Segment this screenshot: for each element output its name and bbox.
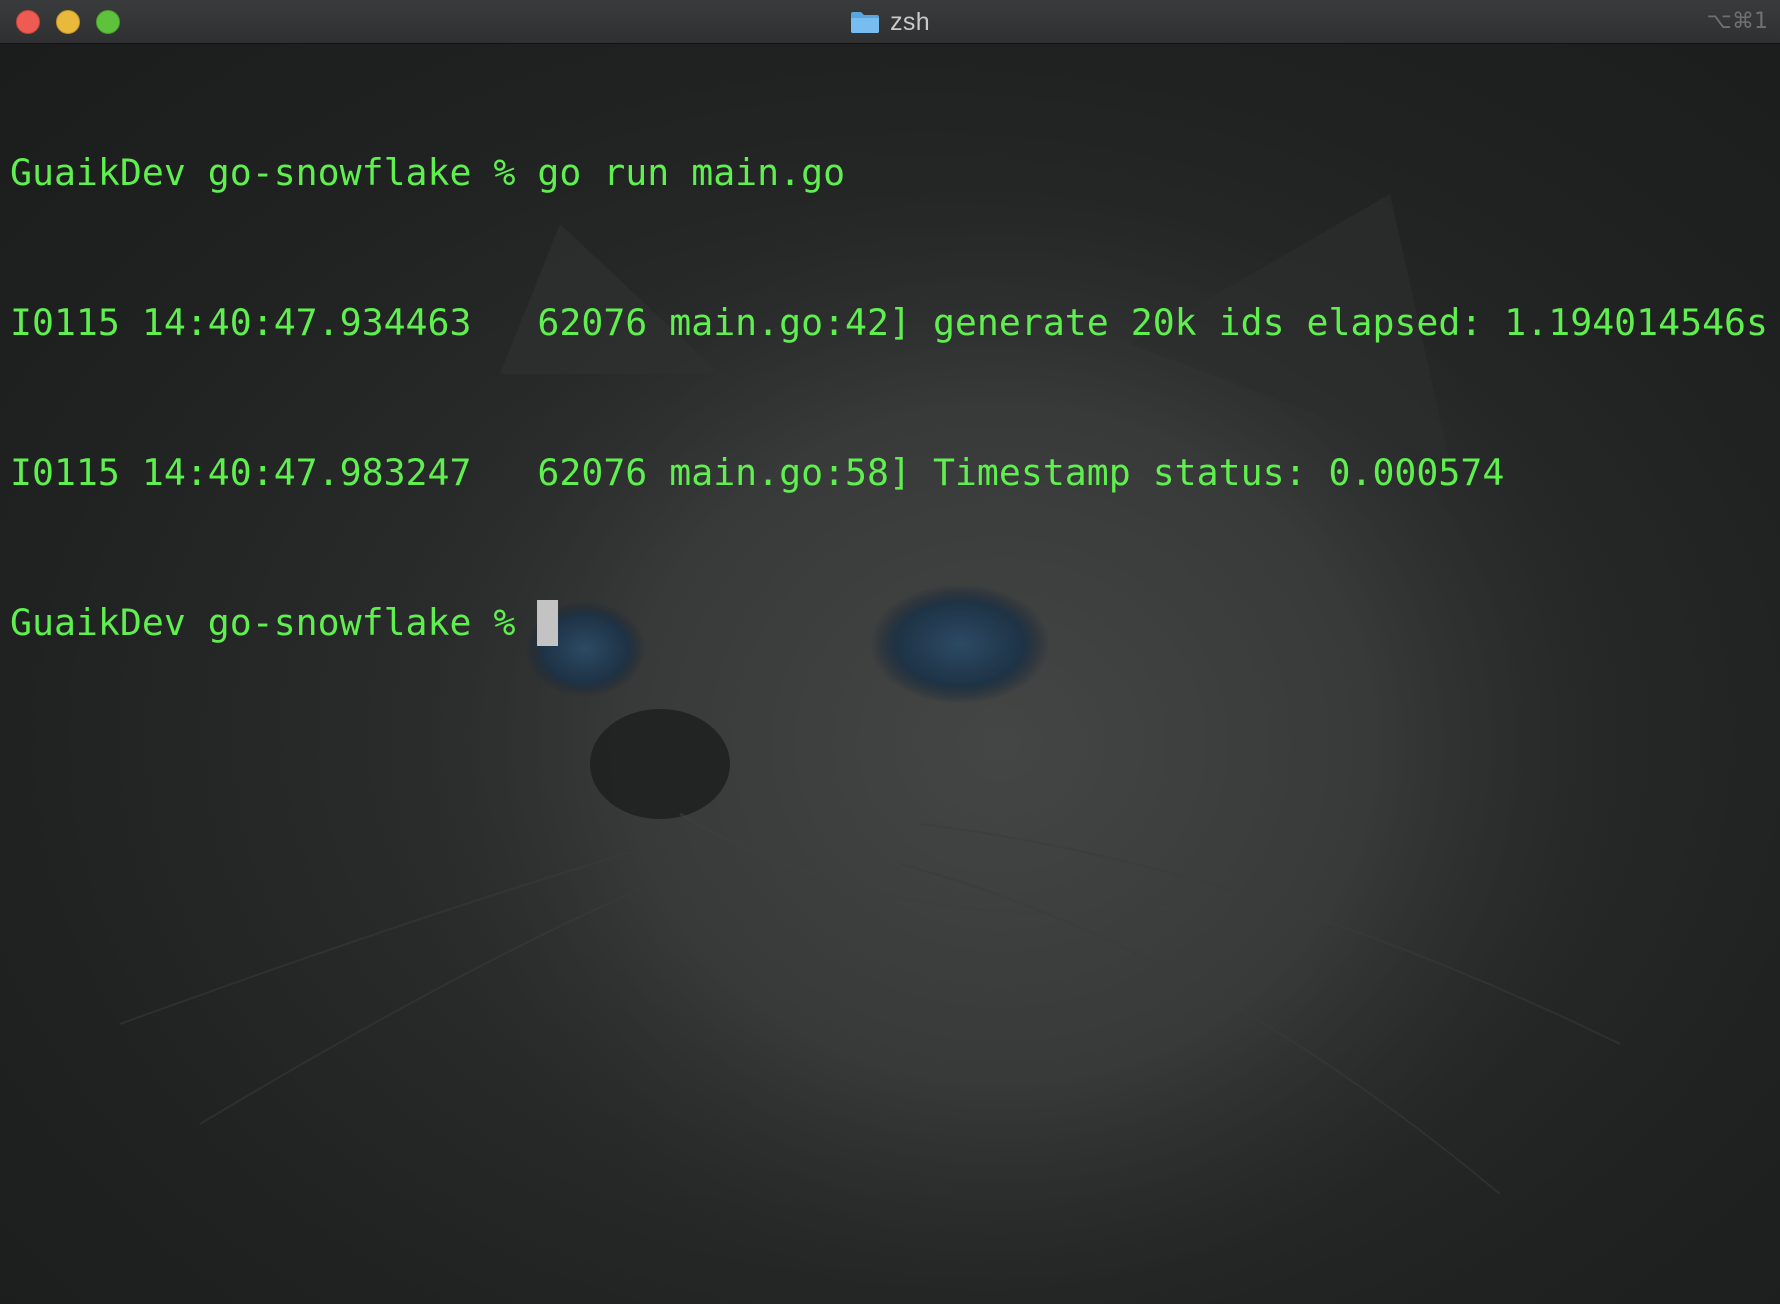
- terminal-body[interactable]: GuaikDev go-snowflake % go run main.go I…: [0, 44, 1780, 1304]
- terminal-line: I0115 14:40:47.934463 62076 main.go:42] …: [10, 301, 1768, 344]
- folder-icon: [851, 12, 880, 33]
- tab-shortcut-label: ⌥⌘1: [1706, 9, 1768, 34]
- terminal-line: GuaikDev go-snowflake % go run main.go: [10, 151, 846, 194]
- text-cursor: [537, 600, 559, 646]
- terminal-line: I0115 14:40:47.983247 62076 main.go:58] …: [10, 451, 1505, 494]
- window-title: zsh: [0, 0, 1780, 44]
- title-bar[interactable]: zsh ⌥⌘1: [0, 0, 1780, 44]
- prompt-line[interactable]: GuaikDev go-snowflake %: [10, 598, 1768, 648]
- shell-prompt: GuaikDev go-snowflake %: [10, 601, 516, 644]
- terminal-output: GuaikDev go-snowflake % go run main.go I…: [10, 48, 1768, 748]
- terminal-window: zsh ⌥⌘1 GuaikDev go-snowflake % go run m…: [0, 0, 1780, 1304]
- window-title-text: zsh: [890, 7, 930, 36]
